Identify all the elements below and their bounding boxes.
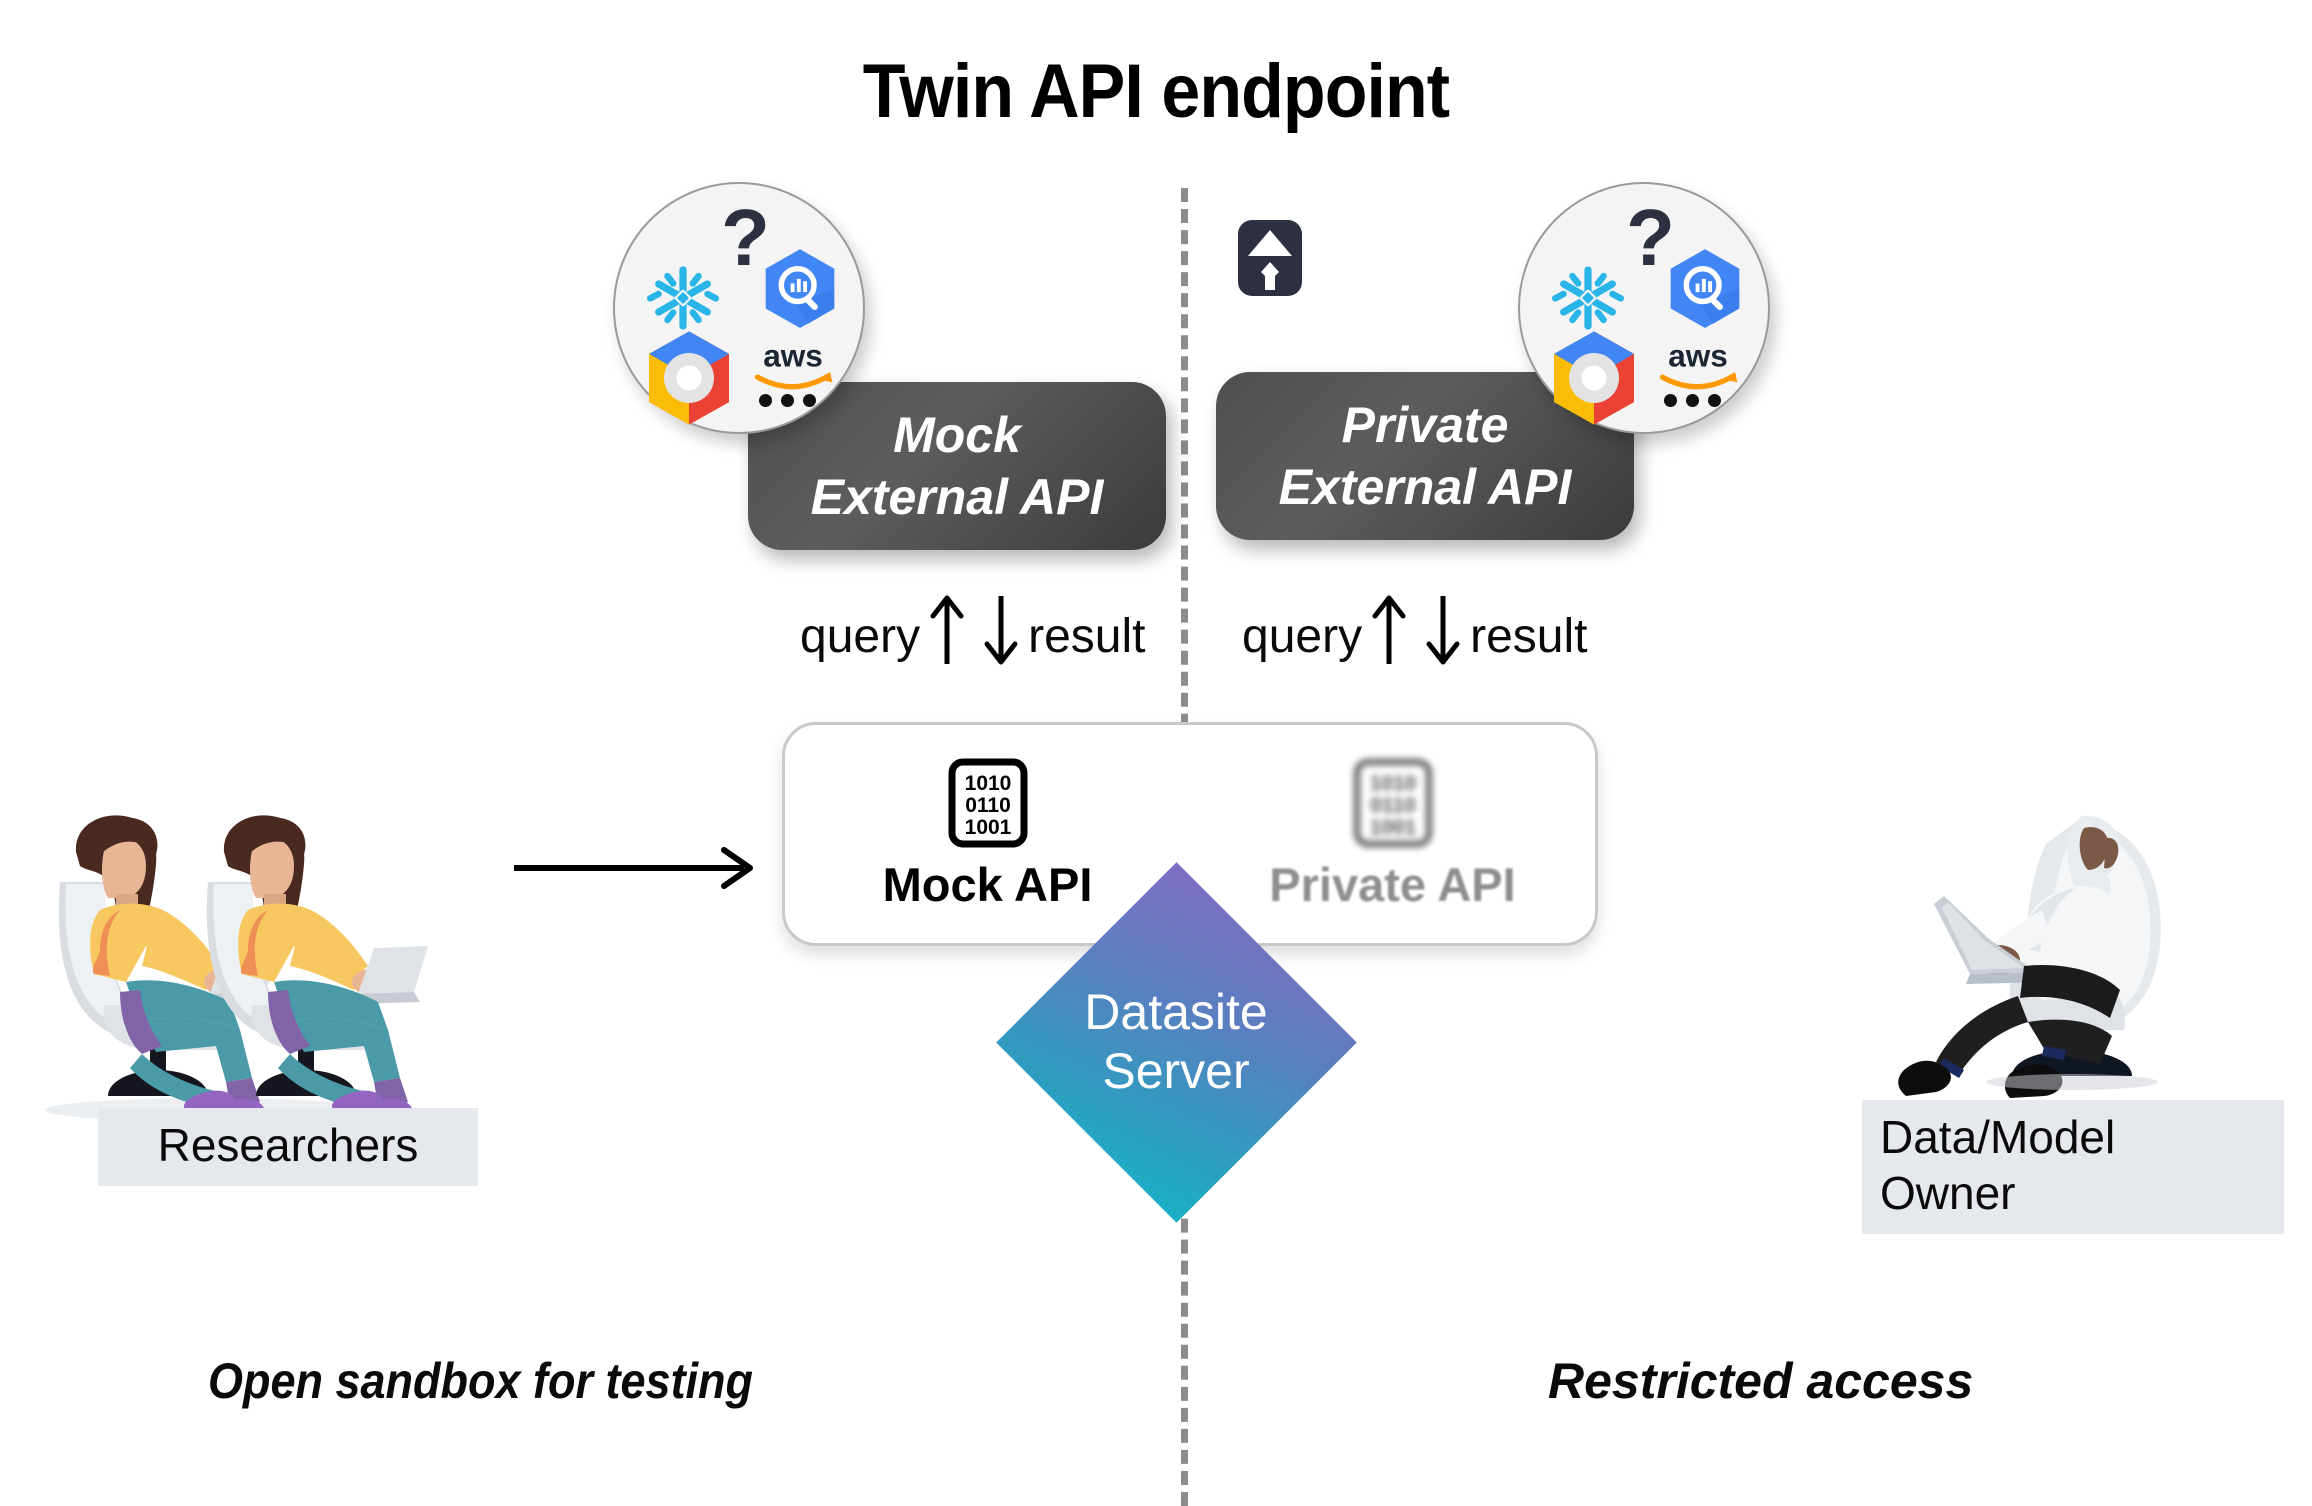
bigquery-icon — [761, 246, 839, 332]
diagram-canvas: Twin API endpoint ? aws Mock External AP… — [0, 0, 2312, 1506]
left-cloud-providers-circle: ? aws — [613, 182, 865, 434]
bigquery-icon — [1666, 246, 1744, 332]
right-query-label: query — [1242, 609, 1363, 663]
ellipsis-icon — [1664, 394, 1721, 407]
datasite-server-text: Datasite Server — [996, 862, 1356, 1222]
google-cloud-icon — [643, 328, 735, 428]
svg-text:0110: 0110 — [965, 794, 1011, 817]
lock-icon — [1234, 212, 1306, 296]
researchers-to-api-arrow — [512, 840, 762, 896]
right-query-result-labels: query result — [1242, 592, 1587, 680]
researchers-label: Researchers — [98, 1108, 478, 1187]
down-arrow-icon — [1422, 592, 1464, 680]
left-result-label: result — [1028, 609, 1146, 663]
private-external-api-line2: External API — [1278, 459, 1572, 515]
owner-label-line2: Owner — [1880, 1167, 2016, 1220]
left-caption: Open sandbox for testing — [208, 1353, 754, 1409]
mock-external-api-line1: Mock — [893, 406, 1021, 463]
page-title: Twin API endpoint — [862, 49, 1450, 134]
svg-text:1001: 1001 — [964, 816, 1011, 839]
aws-icon: aws — [747, 336, 839, 392]
svg-text:1001: 1001 — [1369, 816, 1416, 839]
right-caption: Restricted access — [1548, 1353, 1974, 1409]
ellipsis-icon — [759, 394, 816, 407]
binary-document-icon: 1010 0110 1001 — [947, 757, 1029, 849]
binary-document-icon-blurred: 1010 0110 1001 — [1352, 757, 1434, 849]
left-query-label: query — [800, 609, 921, 663]
up-arrow-icon — [926, 592, 968, 680]
mock-external-api-line2: External API — [810, 469, 1104, 525]
right-result-label: result — [1470, 609, 1588, 663]
left-query-result-labels: query result — [800, 592, 1145, 680]
datasite-server-node[interactable]: Datasite Server — [995, 861, 1357, 1223]
google-cloud-icon — [1548, 328, 1640, 428]
down-arrow-icon — [980, 592, 1022, 680]
svg-text:1010: 1010 — [1369, 772, 1416, 795]
right-cloud-providers-circle: ? aws — [1518, 182, 1770, 434]
owner-label-line1: Data/Model — [1880, 1111, 2116, 1163]
up-arrow-icon — [1368, 592, 1410, 680]
two-researchers-illustration — [30, 810, 510, 1150]
svg-text:aws: aws — [763, 338, 823, 374]
svg-text:0110: 0110 — [1370, 794, 1416, 817]
snowflake-icon — [1551, 262, 1625, 334]
private-external-api-line1: Private — [1341, 396, 1509, 453]
datasite-server-line2: Server — [1102, 1043, 1250, 1099]
svg-text:1010: 1010 — [964, 772, 1011, 795]
aws-icon: aws — [1652, 336, 1744, 392]
datasite-server-line1: Datasite — [1084, 984, 1268, 1040]
snowflake-icon — [646, 262, 720, 334]
data-owner-illustration — [1860, 800, 2250, 1130]
svg-text:aws: aws — [1668, 338, 1728, 374]
data-model-owner-label: Data/Model Owner — [1862, 1100, 2284, 1235]
